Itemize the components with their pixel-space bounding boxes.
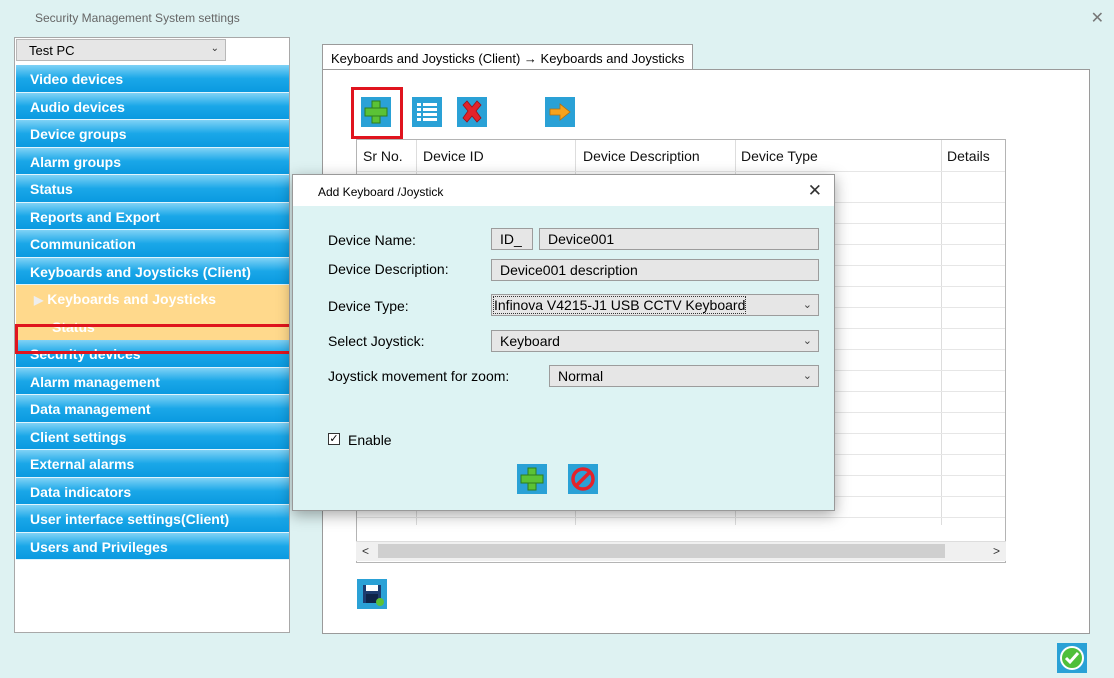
horizontal-scrollbar[interactable]: < > [356, 541, 1006, 561]
sidebar-item-client-settings[interactable]: Client settings [16, 422, 289, 450]
scroll-left-icon[interactable]: < [362, 544, 369, 558]
column-header-device-description[interactable]: Device Description [583, 140, 700, 171]
pc-select-value: Test PC [29, 43, 75, 58]
pc-select[interactable]: Test PC ⌄ [16, 39, 226, 61]
device-type-label: Device Type: [328, 298, 409, 314]
tab-keyboards-and-joysticks[interactable]: Keyboards and Joysticks (Client) → Keybo… [322, 44, 694, 70]
sidebar-item-status[interactable]: Status [16, 175, 289, 203]
save-button[interactable] [357, 579, 387, 609]
chevron-down-icon: ⌄ [802, 370, 812, 382]
sidebar-item-reports-and-export[interactable]: Reports and Export [16, 202, 289, 230]
joystick-zoom-select[interactable]: Normal ⌄ [549, 365, 819, 387]
sidebar-item-users-and-privileges[interactable]: Users and Privileges [16, 532, 289, 560]
arrow-right-icon [545, 97, 575, 127]
dialog-close-icon[interactable]: ✕ [808, 181, 822, 201]
sidebar-item-device-groups[interactable]: Device groups [16, 120, 289, 148]
device-name-field[interactable]: Device001 [539, 228, 819, 250]
column-header-sr-no[interactable]: Sr No. [363, 140, 403, 171]
sidebar-subitem-label: Keyboards and Joysticks [47, 291, 217, 307]
window-title: Security Management System settings [35, 11, 240, 25]
chevron-down-icon: ⌄ [210, 43, 219, 54]
device-name-label: Device Name: [328, 232, 416, 248]
cancel-icon [568, 464, 598, 494]
column-header-device-type[interactable]: Device Type [741, 140, 818, 171]
scroll-right-icon[interactable]: > [993, 544, 1000, 558]
expand-triangle-icon: ▶ [34, 293, 44, 307]
sidebar-item-communication[interactable]: Communication [16, 230, 289, 258]
list-icon [412, 97, 442, 127]
sidebar-item-data-management[interactable]: Data management [16, 395, 289, 423]
device-description-label: Device Description: [328, 261, 449, 277]
sidebar-item-keyboards-and-joysticks-client[interactable]: Keyboards and Joysticks (Client) [16, 257, 289, 285]
add-icon [517, 464, 547, 494]
selection-highlight-box [15, 324, 289, 354]
row-divider [357, 171, 1005, 172]
device-name-prefix-field[interactable]: ID_ [491, 228, 533, 250]
sidebar-item-external-alarms[interactable]: External alarms [16, 450, 289, 478]
sidebar-subitem-keyboards-and-joysticks[interactable]: ▶ Keyboards and Joysticks [16, 285, 289, 313]
ok-button[interactable] [1057, 643, 1087, 673]
sidebar-item-alarm-groups[interactable]: Alarm groups [16, 147, 289, 175]
move-device-button[interactable] [545, 97, 575, 127]
settings-sidebar: Test PC ⌄ Video devices Audio devices De… [14, 37, 290, 633]
scrollbar-thumb[interactable] [378, 544, 945, 558]
dialog-title: Add Keyboard /Joystick [318, 185, 444, 199]
dialog-title-bar: Add Keyboard /Joystick ✕ [293, 175, 834, 206]
select-joystick-value: Keyboard [500, 333, 560, 349]
add-keyboard-dialog: Add Keyboard /Joystick ✕ Device Name: ID… [292, 174, 835, 511]
column-header-details[interactable]: Details [947, 140, 990, 171]
row-divider [357, 517, 1005, 518]
column-header-device-id[interactable]: Device ID [423, 140, 484, 171]
sidebar-item-audio-devices[interactable]: Audio devices [16, 92, 289, 120]
enable-checkbox[interactable]: ✓ [328, 433, 340, 445]
select-joystick-select[interactable]: Keyboard ⌄ [491, 330, 819, 352]
add-button-highlight-box [351, 87, 403, 139]
sidebar-item-user-interface-settings[interactable]: User interface settings(Client) [16, 505, 289, 533]
title-bar: Security Management System settings ✕ [0, 0, 1114, 34]
device-description-field[interactable]: Device001 description [491, 259, 819, 281]
delete-icon [457, 97, 487, 127]
sidebar-nav: Video devices Audio devices Device group… [16, 65, 289, 560]
joystick-zoom-label: Joystick movement for zoom: [328, 368, 510, 384]
select-joystick-label: Select Joystick: [328, 333, 425, 349]
delete-device-button[interactable] [457, 97, 487, 127]
device-type-value: Infinova V4215-J1 USB CCTV Keyboard [492, 296, 747, 314]
device-type-select[interactable]: Infinova V4215-J1 USB CCTV Keyboard ⌄ [491, 294, 819, 316]
chevron-down-icon: ⌄ [802, 335, 812, 347]
checkmark-icon [1057, 643, 1087, 673]
joystick-zoom-value: Normal [558, 368, 604, 384]
column-divider [941, 140, 942, 525]
sidebar-item-data-indicators[interactable]: Data indicators [16, 477, 289, 505]
dialog-add-button[interactable] [517, 464, 547, 494]
chevron-down-icon: ⌄ [802, 299, 812, 311]
sidebar-item-alarm-management[interactable]: Alarm management [16, 367, 289, 395]
dialog-cancel-button[interactable] [568, 464, 598, 494]
sidebar-item-video-devices[interactable]: Video devices [16, 65, 289, 93]
enable-label: Enable [348, 432, 392, 448]
list-button[interactable] [412, 97, 442, 127]
save-icon [357, 579, 387, 609]
window-close-icon[interactable]: ✕ [1091, 8, 1104, 28]
